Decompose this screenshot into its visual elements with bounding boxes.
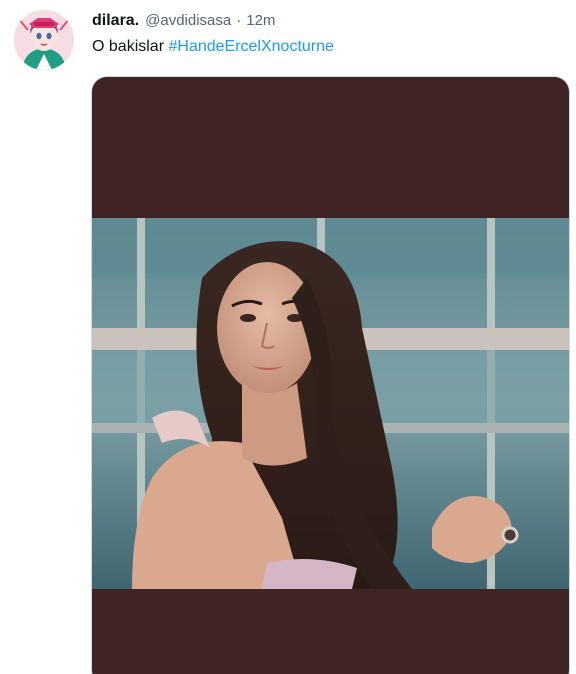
hashtag-link[interactable]: #HandeErcelXnocturne — [168, 38, 333, 55]
tweet-header: dilara. @avdidisasa · 12m — [92, 12, 275, 32]
timestamp[interactable]: 12m — [246, 12, 275, 29]
user-handle[interactable]: @avdidisasa — [145, 12, 231, 29]
tweet: dilara. @avdidisasa · 12m O bakislar #Ha… — [0, 0, 576, 674]
avatar[interactable] — [14, 10, 74, 70]
video-still — [92, 218, 569, 589]
video-still-icon — [92, 218, 569, 589]
avatar-illustration-icon — [14, 10, 74, 70]
separator-dot: · — [236, 12, 242, 29]
tweet-media[interactable] — [91, 76, 570, 674]
tweet-text: O bakislar #HandeErcelXnocturne — [92, 38, 334, 56]
tweet-body: O bakislar — [92, 38, 165, 55]
display-name[interactable]: dilara. — [92, 12, 139, 30]
